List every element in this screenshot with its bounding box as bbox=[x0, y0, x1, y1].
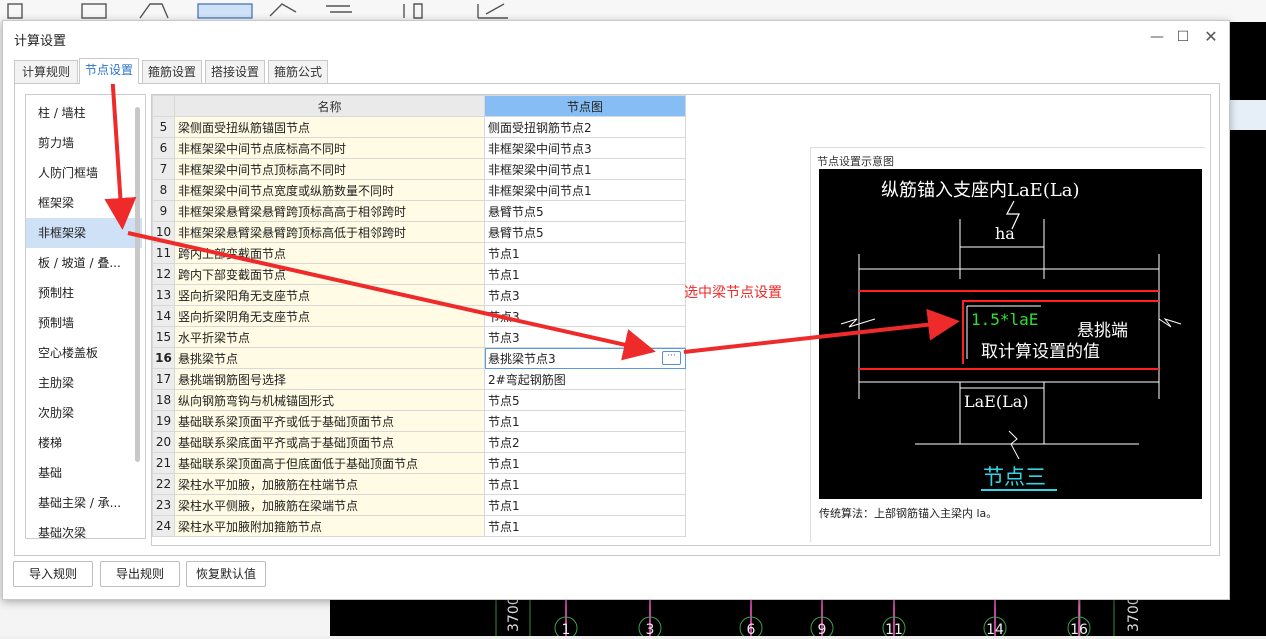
annotation-arrow-1 bbox=[104, 71, 137, 230]
annotation-arrow-2 bbox=[127, 231, 656, 361]
tab-node-settings[interactable]: 节点设置 bbox=[79, 58, 139, 84]
annotation-arrow-3 bbox=[683, 308, 960, 354]
annotation-text: 选中梁节点设置 bbox=[684, 285, 782, 301]
annotation-arrows bbox=[104, 71, 960, 361]
